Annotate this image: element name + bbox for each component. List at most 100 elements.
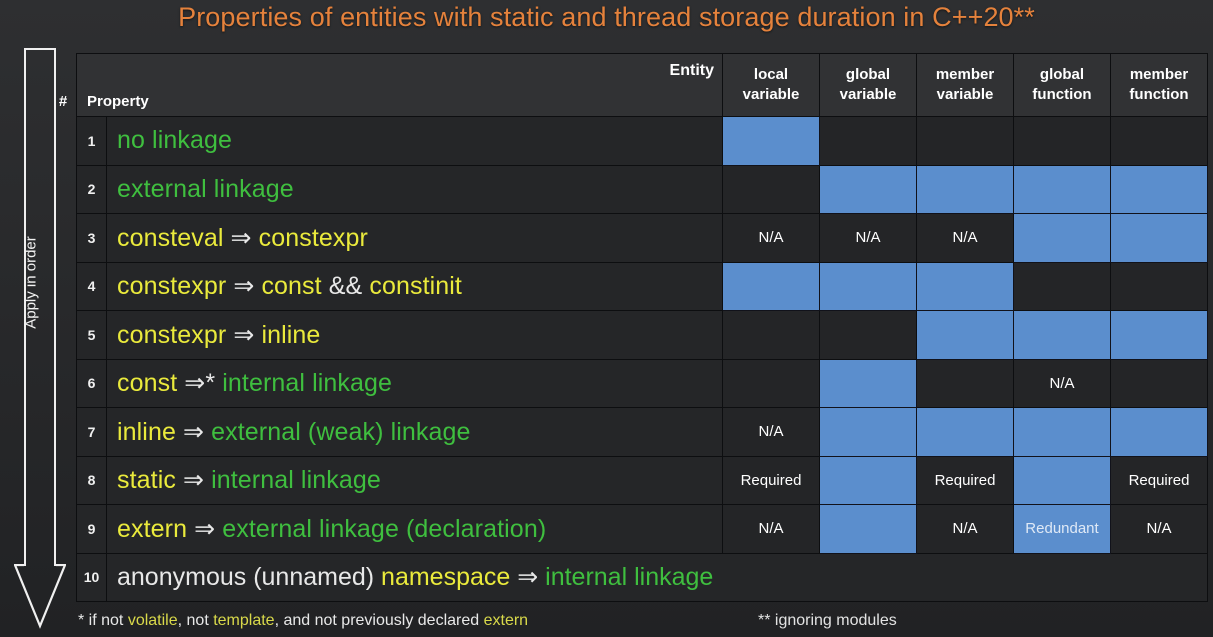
- matrix-cell: [1013, 116, 1111, 166]
- table-row: 8 static ⇒ internal linkage Required Requir…: [76, 455, 1208, 505]
- header-col-line1: local: [753, 65, 789, 83]
- matrix-cell: [1013, 213, 1111, 263]
- property-text: static ⇒ internal linkage: [106, 455, 723, 505]
- matrix-cell: [819, 261, 917, 311]
- matrix-cell: N/A: [916, 213, 1014, 263]
- header-col-member-function: member function: [1110, 53, 1208, 117]
- property-text: anonymous (unnamed) namespace ⇒ internal…: [106, 552, 1208, 602]
- text-token: internal linkage: [545, 563, 714, 592]
- row-number: 2: [76, 164, 107, 214]
- matrix-cell: [1110, 213, 1208, 263]
- table-row: 3 consteval ⇒ constexpr N/A N/A N/A: [76, 213, 1208, 263]
- cell-label: Required: [740, 471, 802, 489]
- matrix-cell: [1110, 358, 1208, 408]
- text-token: * if not: [78, 612, 128, 629]
- matrix-cell: [722, 164, 820, 214]
- header-corner-cell: Entity # Property: [59, 53, 723, 117]
- cell-label: Required: [934, 471, 996, 489]
- matrix-cell: [819, 504, 917, 554]
- header-col-line2: variable: [839, 86, 897, 103]
- text-token: extern: [117, 514, 188, 543]
- text-token: template: [213, 612, 275, 629]
- text-token: static: [117, 466, 176, 495]
- text-token: external (weak) linkage: [211, 417, 471, 446]
- header-col-local-variable: local variable: [722, 53, 820, 117]
- matrix-cell: [1013, 261, 1111, 311]
- footnote-left: * if not volatile, not template, and not…: [78, 612, 528, 630]
- cell-label: N/A: [1049, 374, 1075, 392]
- cell-label: N/A: [1146, 520, 1172, 538]
- matrix-cell: [916, 310, 1014, 360]
- matrix-cell: Required: [916, 455, 1014, 505]
- property-text: constexpr ⇒ inline: [106, 310, 723, 360]
- text-token: volatile: [127, 612, 178, 629]
- matrix-cell: N/A: [722, 213, 820, 263]
- property-text: extern ⇒ external linkage (declaration): [106, 504, 723, 554]
- matrix-cell: N/A: [1110, 504, 1208, 554]
- cell-label: N/A: [758, 229, 784, 247]
- text-token: ⇒: [187, 514, 223, 543]
- matrix-cell: [916, 358, 1014, 408]
- cell-label: N/A: [952, 229, 978, 247]
- cell-label: N/A: [855, 229, 881, 247]
- arrow-down-icon: [14, 564, 66, 630]
- property-text: inline ⇒ external (weak) linkage: [106, 407, 723, 457]
- text-token: ⇒: [223, 223, 259, 252]
- text-token: constexpr: [117, 320, 227, 349]
- text-token: inline: [261, 320, 321, 349]
- matrix-cell: Required: [1110, 455, 1208, 505]
- text-token: external linkage (declaration): [222, 514, 547, 543]
- row-number: 9: [76, 504, 107, 554]
- property-text: external linkage: [106, 164, 723, 214]
- header-col-global-function: global function: [1013, 53, 1111, 117]
- cell-label: N/A: [758, 520, 784, 538]
- header-col-line1: global: [1039, 65, 1085, 83]
- matrix-cell: [819, 164, 917, 214]
- matrix-cell: N/A: [1013, 358, 1111, 408]
- cell-label: Redundant: [1025, 520, 1099, 538]
- header-entity-label: Entity: [669, 62, 714, 79]
- matrix-cell: [819, 358, 917, 408]
- text-token: , and not previously declared: [274, 612, 484, 629]
- header-col-line1: global: [845, 65, 891, 83]
- row-number: 10: [76, 552, 107, 602]
- text-token: ⇒: [226, 272, 262, 301]
- matrix-cell: Redundant: [1013, 504, 1111, 554]
- table-row: 1 no linkage: [76, 116, 1208, 166]
- table-row: 7 inline ⇒ external (weak) linkage N/A: [76, 407, 1208, 457]
- cell-label: N/A: [952, 520, 978, 538]
- text-token: internal linkage: [211, 466, 381, 495]
- text-token: extern: [483, 612, 529, 629]
- row-number: 7: [76, 407, 107, 457]
- header-col-member-variable: member variable: [916, 53, 1014, 117]
- matrix-cell: [1110, 261, 1208, 311]
- apply-in-order-arrow: Apply in order: [14, 48, 66, 631]
- matrix-cell: [1013, 310, 1111, 360]
- matrix-cell: [1110, 116, 1208, 166]
- matrix-cell: [1013, 455, 1111, 505]
- property-text: constexpr ⇒ const && constinit: [106, 261, 723, 311]
- matrix-cell: [819, 455, 917, 505]
- text-token: ⇒: [175, 417, 212, 446]
- text-token: consteval: [117, 223, 224, 252]
- matrix-cell: [1110, 164, 1208, 214]
- header-number-label: #: [58, 93, 68, 110]
- matrix-cell: [819, 116, 917, 166]
- matrix-cell: N/A: [916, 504, 1014, 554]
- header-col-global-variable: global variable: [819, 53, 917, 117]
- text-token: ⇒: [226, 320, 262, 349]
- text-token: const: [117, 369, 178, 398]
- row-number: 4: [76, 261, 107, 311]
- table-row: 6 const ⇒* internal linkage N/A: [76, 358, 1208, 408]
- text-token: constexpr: [117, 272, 227, 301]
- property-text: const ⇒* internal linkage: [106, 358, 723, 408]
- text-token: &&: [321, 272, 370, 301]
- table-row: 9 extern ⇒ external linkage (declaration)…: [76, 504, 1208, 554]
- property-text: consteval ⇒ constexpr: [106, 213, 723, 263]
- text-token: constinit: [369, 272, 462, 301]
- matrix-cell: [722, 358, 820, 408]
- table-row: 4 constexpr ⇒ const && constinit: [76, 261, 1208, 311]
- text-token: inline: [117, 417, 176, 446]
- slide-root: Properties of entities with static and t…: [0, 0, 1213, 637]
- table-row: 5 constexpr ⇒ inline: [76, 310, 1208, 360]
